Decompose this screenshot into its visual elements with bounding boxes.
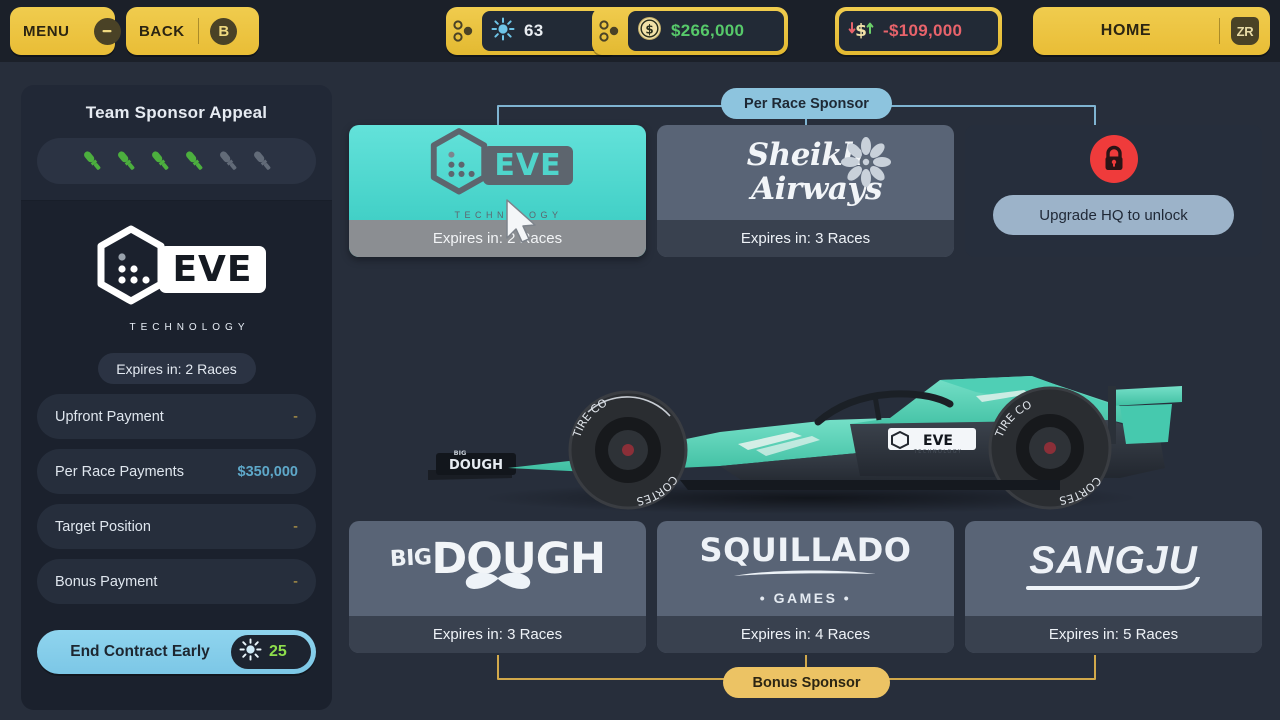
cash-flow-value: -$109,000 [883,21,963,40]
eve-technology-logo: EVE TECHNOLOGY [37,223,316,333]
end-contract-label: End Contract Early [70,643,210,660]
big-dough-logo: BIG DOUGH [389,537,606,599]
contract-detail-value: - [293,518,298,535]
card-expiry-label: Expires in: 4 Races [657,616,954,653]
sponsor-card-sheikh-airways[interactable]: Sheikh Airways Expires in: 3 Races [657,125,954,257]
svg-text:$: $ [855,21,867,41]
big-dough-small-word: BIG [389,545,433,573]
squillado-main-word: SQUILLADO [699,531,912,569]
card-expiry-label: Expires in: 2 Races [349,220,646,257]
microphone-icon [151,151,168,170]
back-button[interactable]: BACK B [126,7,259,55]
bonus-sponsor-group-label: Bonus Sponsor [723,667,890,698]
contract-detail-value: - [293,408,298,425]
per-race-sponsor-group-label: Per Race Sponsor [721,88,892,119]
cash-flow-resource: $ -$109,000 [835,7,1002,55]
end-contract-early-button[interactable]: End Contract Early 25 [37,630,316,674]
card-expiry-label: Expires in: 5 Races [965,616,1262,653]
resource-knob-icon [592,20,628,42]
svg-text:TECHNOLOGY: TECHNOLOGY [913,449,962,455]
eve-technology-logo: EVE TECHNOLOGY [422,126,573,220]
divider [197,18,199,44]
menu-button-label: MENU [23,22,70,40]
contract-detail-row: Bonus Payment - [37,559,316,604]
sponsor-card-eve[interactable]: EVE TECHNOLOGY Expires in: 2 Races [349,125,646,257]
contract-detail-value: - [293,573,298,590]
card-expiry-label: Expires in: 3 Races [349,616,646,653]
contract-detail-list: Upfront Payment - Per Race Payments $350,00… [37,394,316,604]
star-ornament-icon [840,136,892,193]
svg-text:BIG: BIG [454,449,467,457]
upgrade-hq-button[interactable]: Upgrade HQ to unlock [993,195,1234,235]
sponsors-screen: MENU BACK B 63 $ $266,000 $ -$109,000 HO… [0,0,1280,720]
minus-icon [93,17,121,45]
f1-car-preview: DOUGH BIG EVE TECHNOLOGY SQUILLADO • GAM… [428,376,1182,514]
sangju-wordmark: SANGJU [1029,539,1198,582]
research-points-value: 63 [524,21,544,40]
contract-detail-row: Per Race Payments $350,000 [37,449,316,494]
team-sponsor-appeal-meter [37,138,316,184]
contract-detail-row: Target Position - [37,504,316,549]
contract-detail-label: Target Position [55,518,151,535]
svg-text:DOUGH: DOUGH [449,458,503,473]
contract-detail-label: Per Race Payments [55,463,184,480]
sun-gear-icon [491,17,515,46]
sponsor-card-sangju[interactable]: SANGJU Expires in: 5 Races [965,521,1262,653]
end-contract-cost: 25 [231,635,311,669]
eve-wordmark: EVE [483,145,573,185]
dollar-arrows-icon: $ [848,17,874,46]
mustache-icon [462,571,534,598]
resource-knob-icon [446,20,482,42]
sun-gear-icon [239,638,262,666]
microphone-icon [185,151,202,170]
contract-expiry-chip: Expires in: 2 Races [97,353,256,384]
home-button-label: HOME [1100,22,1152,39]
coin-icon: $ [637,16,662,46]
zr-button-icon: ZR [1231,17,1259,45]
sponsor-card-squillado-games[interactable]: SQUILLADO • GAMES • Expires in: 4 Races [657,521,954,653]
end-contract-cost-value: 25 [269,643,287,660]
contract-detail-label: Upfront Payment [55,408,164,425]
eve-tagline: TECHNOLOGY [129,322,250,333]
mouse-cursor [506,199,536,243]
eve-wordmark: EVE [159,246,266,293]
back-button-label: BACK [139,22,185,40]
microphone-icon [83,151,100,170]
cash-resource: $ $266,000 [592,7,788,55]
top-bar: MENU BACK B 63 $ $266,000 $ -$109,000 HO… [0,0,1280,62]
svg-text:$: $ [645,22,653,36]
divider [1219,18,1220,44]
contract-detail-label: Bonus Payment [55,573,158,590]
squillado-sub-word: • GAMES • [759,590,852,606]
contract-detail-value: $350,000 [237,463,298,480]
cash-value: $266,000 [671,21,745,40]
sponsor-card-big-dough[interactable]: BIG DOUGH Expires in: 3 Races [349,521,646,653]
squillado-games-logo: SQUILLADO • GAMES • [700,531,912,606]
microphone-icon [219,151,236,170]
panel-title: Team Sponsor Appeal [85,103,268,122]
menu-button[interactable]: MENU [10,7,121,55]
b-button-icon: B [210,17,238,45]
microphone-icon [117,151,134,170]
sangju-logo: SANGJU [1025,539,1202,598]
sheikh-airways-logo: Sheikh Airways [729,137,891,205]
swoosh-underline-icon [730,566,880,584]
card-expiry-label: Expires in: 3 Races [657,220,954,257]
lock-icon [1089,135,1138,183]
home-button[interactable]: HOME ZR [1033,7,1270,55]
sponsor-card-locked[interactable]: Upgrade HQ to unlock [965,125,1262,257]
contract-detail-row: Upfront Payment - [37,394,316,439]
microphone-icon [253,151,270,170]
sponsor-detail-panel: Team Sponsor Appeal EVE TECHNOLOGY Expir… [21,85,332,710]
svg-text:EVE: EVE [923,433,953,449]
